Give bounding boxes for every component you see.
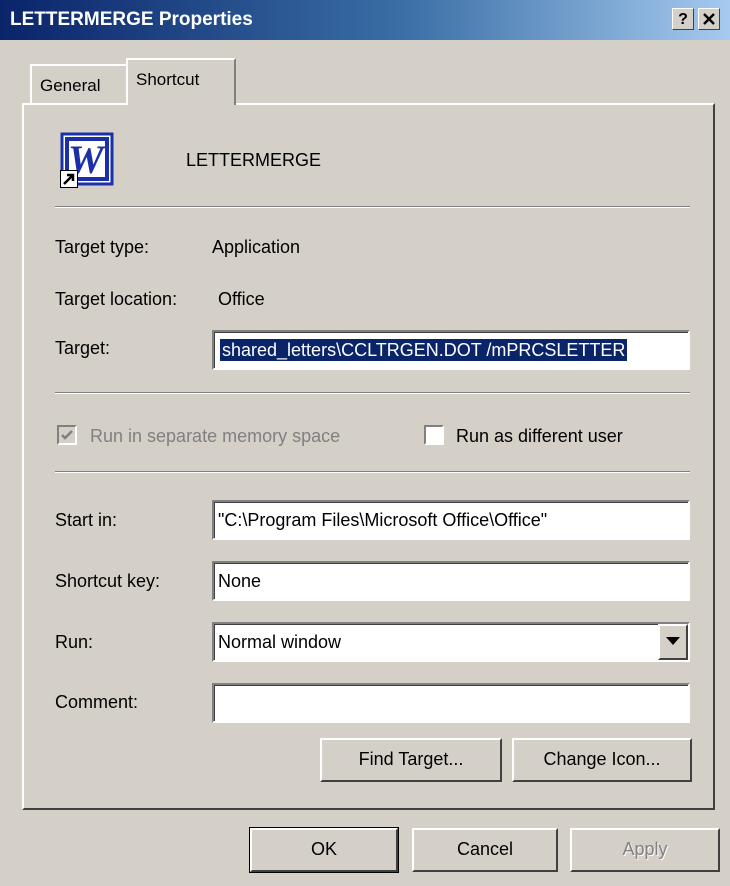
tab-general-label: General bbox=[40, 76, 101, 95]
dropdown-button[interactable] bbox=[658, 624, 688, 660]
checkmark-icon bbox=[61, 430, 73, 440]
tab-shortcut-label: Shortcut bbox=[136, 70, 200, 89]
help-button[interactable]: ? bbox=[672, 8, 694, 30]
close-icon bbox=[703, 13, 715, 25]
shortcut-key-field[interactable]: None bbox=[212, 561, 690, 601]
tab-shortcut[interactable]: Shortcut bbox=[126, 58, 236, 105]
run-label: Run: bbox=[55, 632, 94, 652]
shortcut-name: LETTERMERGE bbox=[186, 150, 322, 170]
comment-field[interactable] bbox=[212, 683, 690, 723]
target-type-label: Target type: bbox=[55, 237, 150, 257]
run-select[interactable]: Normal window bbox=[212, 622, 690, 662]
run-separate-checkbox[interactable] bbox=[57, 425, 77, 445]
close-button[interactable] bbox=[698, 8, 720, 30]
ok-button[interactable]: OK bbox=[249, 827, 399, 873]
run-separate-label: Run in separate memory space bbox=[90, 426, 341, 446]
shortcut-key-value: None bbox=[218, 571, 262, 591]
divider-2 bbox=[55, 392, 690, 394]
apply-button[interactable]: Apply bbox=[570, 828, 720, 872]
target-location-label: Target location: bbox=[55, 289, 178, 309]
cancel-button[interactable]: Cancel bbox=[412, 828, 558, 872]
run-value: Normal window bbox=[218, 632, 342, 652]
target-value: shared_letters\CCLTRGEN.DOT /mPRCSLETTER bbox=[220, 339, 628, 361]
target-location-value: Office bbox=[218, 289, 265, 309]
run-as-user-checkbox[interactable] bbox=[424, 425, 444, 445]
change-icon-button[interactable]: Change Icon... bbox=[512, 738, 692, 782]
divider-3 bbox=[55, 471, 690, 473]
divider-1 bbox=[55, 206, 690, 208]
find-target-button[interactable]: Find Target... bbox=[320, 738, 502, 782]
window-title: LETTERMERGE Properties bbox=[10, 9, 253, 30]
title-bar: LETTERMERGE Properties ? bbox=[0, 0, 730, 40]
comment-label: Comment: bbox=[55, 692, 139, 712]
start-in-label: Start in: bbox=[55, 510, 118, 530]
target-label: Target: bbox=[55, 338, 111, 358]
word-app-icon: W bbox=[60, 132, 114, 188]
tab-general[interactable]: General bbox=[30, 64, 128, 104]
target-type-value: Application bbox=[212, 237, 301, 257]
start-in-field[interactable]: "C:\Program Files\Microsoft Office\Offic… bbox=[212, 500, 690, 540]
target-field[interactable]: shared_letters\CCLTRGEN.DOT /mPRCSLETTER bbox=[212, 330, 690, 370]
run-as-user-label: Run as different user bbox=[456, 426, 623, 446]
start-in-value: "C:\Program Files\Microsoft Office\Offic… bbox=[218, 510, 548, 530]
shortcut-arrow-icon bbox=[60, 170, 78, 188]
chevron-down-icon bbox=[666, 637, 680, 645]
shortcut-key-label: Shortcut key: bbox=[55, 571, 161, 591]
